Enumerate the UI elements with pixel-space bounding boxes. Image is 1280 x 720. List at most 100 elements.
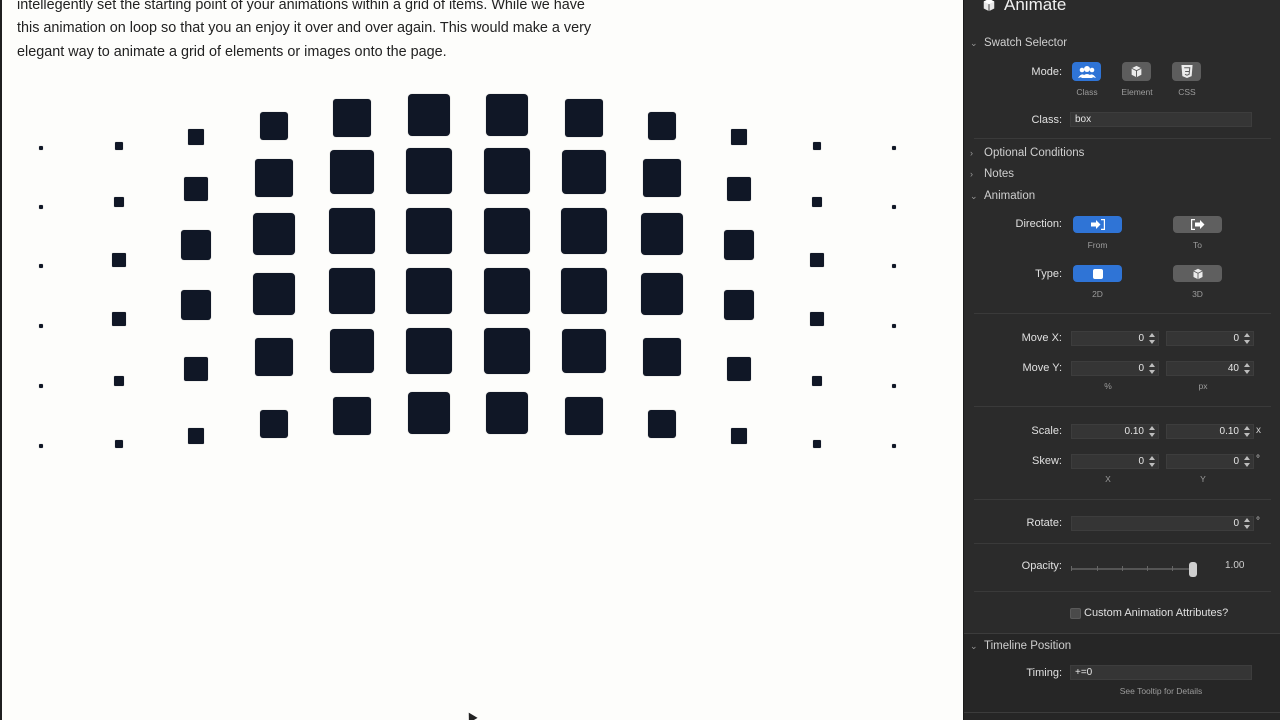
- grid-box: [812, 197, 822, 207]
- section-notes[interactable]: › Notes: [964, 164, 1280, 184]
- grid-box: [724, 290, 754, 320]
- grid-box: [329, 329, 374, 373]
- divider: [974, 543, 1271, 544]
- mode-element-button[interactable]: [1122, 62, 1151, 81]
- skew-label: Skew:: [1032, 455, 1062, 467]
- grid-box: [39, 264, 43, 268]
- panel-title-text: Animate: [1004, 0, 1067, 14]
- grid-box: [485, 94, 528, 136]
- grid-box: [328, 208, 375, 254]
- grid-box: [813, 142, 821, 150]
- move-x-input[interactable]: 0: [1071, 331, 1159, 346]
- grid-box: [642, 338, 681, 376]
- mode-class-button[interactable]: [1072, 62, 1101, 81]
- divider: [974, 406, 1271, 407]
- move-x-label: Move X:: [1021, 332, 1062, 344]
- scale-x-stepper[interactable]: [1148, 425, 1156, 438]
- direction-to-button[interactable]: [1173, 216, 1222, 233]
- grid-box: [112, 253, 126, 267]
- grid-box: [892, 444, 896, 448]
- skew-y-stepper[interactable]: [1243, 455, 1251, 468]
- grid-box: [483, 208, 530, 254]
- divider: [974, 591, 1271, 592]
- rotate-stepper[interactable]: [1243, 517, 1251, 530]
- skew-y-input[interactable]: 0: [1166, 454, 1254, 469]
- timing-input[interactable]: +=0: [1070, 665, 1252, 680]
- mode-caption: Element: [1121, 87, 1153, 97]
- unit-caption: px: [1198, 381, 1208, 391]
- grid-box: [114, 197, 124, 207]
- cube-icon: [983, 0, 995, 12]
- custom-attributes-label: Custom Animation Attributes?: [1084, 607, 1229, 619]
- grid-box: [727, 177, 751, 201]
- animate-panel: Animate ⌄ Swatch Selector Mode: Class El…: [963, 0, 1280, 720]
- grid-box: [329, 150, 374, 194]
- divider: [964, 712, 1280, 713]
- grid-box: [260, 410, 288, 438]
- direction-from-button[interactable]: [1073, 216, 1122, 233]
- grid-box: [485, 392, 528, 434]
- grid-box: [115, 142, 123, 150]
- move-x-input-2[interactable]: 0: [1166, 331, 1254, 346]
- grid-box: [328, 268, 375, 314]
- arrow-out-icon: [1190, 219, 1204, 230]
- scale-y-input[interactable]: 0.10: [1166, 424, 1254, 439]
- grid-box: [561, 208, 607, 254]
- move-x-stepper[interactable]: [1148, 332, 1156, 345]
- section-timeline-position[interactable]: ⌄ Timeline Position: [964, 636, 1280, 656]
- mode-caption: Class: [1076, 87, 1098, 97]
- css3-icon: [1180, 65, 1193, 78]
- scale-x-input[interactable]: 0.10: [1071, 424, 1159, 439]
- move-y-stepper[interactable]: [1148, 362, 1156, 375]
- grid-box: [181, 290, 211, 320]
- direction-caption: To: [1193, 240, 1202, 250]
- grid-box: [114, 376, 124, 386]
- type-caption: 2D: [1092, 289, 1103, 299]
- grid-box: [39, 205, 43, 209]
- skew-x-stepper[interactable]: [1148, 455, 1156, 468]
- type-3d-button[interactable]: [1173, 265, 1222, 282]
- section-title: Animation: [984, 190, 1036, 202]
- grid-box: [640, 273, 683, 315]
- move-y-label: Move Y:: [1022, 362, 1062, 374]
- move-y-input[interactable]: 0: [1071, 361, 1159, 376]
- rotate-input[interactable]: 0: [1071, 516, 1254, 531]
- scale-y-stepper[interactable]: [1243, 425, 1251, 438]
- grid-box: [406, 268, 452, 314]
- move-y-stepper-2[interactable]: [1243, 362, 1251, 375]
- grid-box: [562, 150, 606, 194]
- section-swatch-selector[interactable]: ⌄ Swatch Selector: [964, 33, 1280, 53]
- grid-box: [731, 428, 747, 444]
- grid-box: [565, 397, 603, 435]
- rotate-unit: °: [1256, 516, 1260, 527]
- opacity-value: 1.00: [1225, 560, 1245, 571]
- grid-box: [892, 205, 896, 209]
- grid-box: [255, 159, 293, 197]
- class-input[interactable]: box: [1070, 112, 1252, 127]
- opacity-slider[interactable]: [1071, 560, 1199, 578]
- custom-attributes-checkbox[interactable]: [1070, 608, 1081, 619]
- mode-css-button[interactable]: [1172, 62, 1201, 81]
- opacity-slider-thumb[interactable]: [1189, 562, 1197, 577]
- grid-box: [184, 357, 208, 381]
- section-optional-conditions[interactable]: › Optional Conditions: [964, 143, 1280, 163]
- divider: [974, 313, 1271, 314]
- mode-caption: CSS: [1178, 87, 1196, 97]
- class-label: Class:: [1031, 114, 1062, 126]
- grid-box: [188, 129, 204, 145]
- timing-label: Timing:: [1026, 667, 1062, 679]
- grid-box: [253, 273, 295, 315]
- chevron-down-icon: ⌄: [970, 640, 978, 651]
- type-2d-button[interactable]: [1073, 265, 1122, 282]
- section-animation[interactable]: ⌄ Animation: [964, 186, 1280, 206]
- grid-box: [184, 177, 208, 201]
- rotate-label: Rotate:: [1026, 517, 1062, 529]
- skew-x-input[interactable]: 0: [1071, 454, 1159, 469]
- grid-box: [724, 230, 754, 260]
- move-y-input-2[interactable]: 40: [1166, 361, 1254, 376]
- grid-box: [406, 328, 452, 374]
- grid-box: [255, 338, 293, 376]
- grid-box: [112, 312, 126, 326]
- move-x-stepper-2[interactable]: [1243, 332, 1251, 345]
- grid-box: [483, 328, 530, 374]
